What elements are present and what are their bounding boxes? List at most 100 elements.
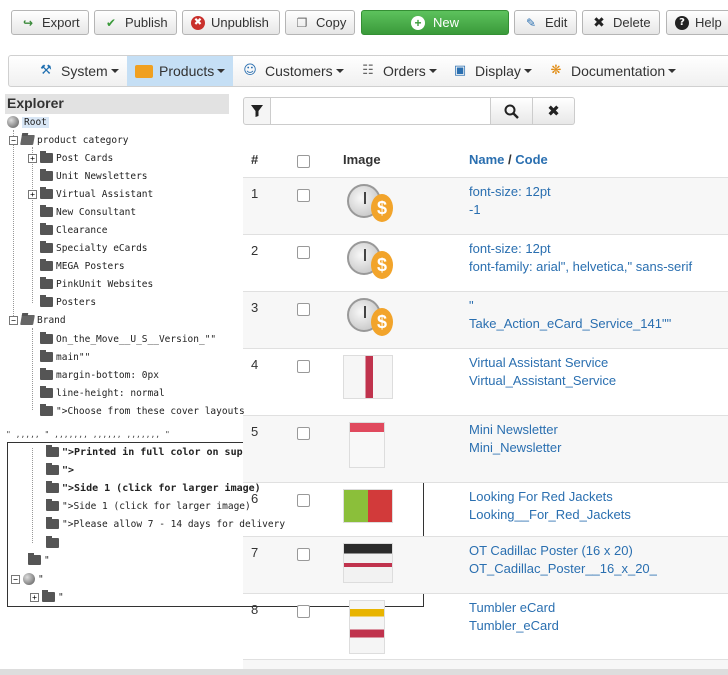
row-checkbox[interactable] — [297, 494, 310, 507]
help-icon: ? — [675, 15, 689, 30]
product-name-link[interactable]: Tumbler eCard — [469, 600, 555, 615]
tree-node-broken[interactable]: + " — [30, 589, 64, 605]
product-code-link[interactable]: OT_Cadillac_Poster__16_x_20_ — [469, 561, 657, 576]
table-row[interactable]: 4 Virtual Assistant Service Virtual_Assi… — [243, 348, 728, 415]
menu-products[interactable]: Products — [127, 56, 233, 86]
sort-by-code-link[interactable]: Code — [515, 152, 548, 167]
collapse-icon[interactable]: − — [11, 574, 20, 584]
new-button[interactable]: + New — [361, 10, 509, 35]
tree-node-brand-item[interactable]: main"" — [40, 349, 90, 365]
product-code-link[interactable]: Looking__For_Red_Jackets — [469, 507, 631, 522]
product-code-link[interactable]: Mini_Newsletter — [469, 440, 561, 455]
product-thumbnail[interactable] — [343, 355, 393, 399]
tree-node-category[interactable]: New Consultant — [40, 204, 136, 220]
tree-node-category[interactable]: + Virtual Assistant — [28, 186, 153, 202]
product-name-link[interactable]: " — [469, 298, 474, 313]
product-code-link[interactable]: font-family: arial", helvetica," sans-se… — [469, 259, 692, 274]
horizontal-scrollbar[interactable] — [0, 669, 728, 675]
menu-documentation[interactable]: ❋ Documentation — [539, 56, 679, 86]
edit-icon: ✎ — [525, 15, 537, 30]
row-checkbox[interactable] — [297, 605, 310, 618]
product-code-link[interactable]: Take_Action_eCard_Service_141"" — [469, 316, 671, 331]
row-checkbox[interactable] — [297, 427, 310, 440]
menu-display[interactable]: ▣ Display — [443, 56, 535, 86]
sort-by-name-link[interactable]: Name — [469, 152, 504, 167]
product-code-link[interactable]: -1 — [469, 202, 481, 217]
folder-icon — [28, 553, 41, 565]
chevron-down-icon — [428, 69, 437, 73]
product-name-link[interactable]: Mini Newsletter — [469, 422, 558, 437]
menu-customers[interactable]: ☺ Customers — [233, 56, 353, 86]
expand-icon[interactable]: + — [30, 592, 39, 602]
row-number: 7 — [251, 545, 259, 560]
product-name-link[interactable]: font-size: 12pt — [469, 184, 551, 199]
row-checkbox[interactable] — [297, 246, 310, 259]
table-row[interactable]: 5 Mini Newsletter Mini_Newsletter — [243, 415, 728, 482]
product-thumbnail[interactable] — [349, 422, 385, 468]
collapse-icon[interactable]: − — [9, 135, 18, 145]
table-row[interactable]: 7 OT Cadillac Poster (16 x 20) OT_Cadill… — [243, 536, 728, 593]
product-name-link[interactable]: OT Cadillac Poster (16 x 20) — [469, 543, 633, 558]
tree-node-brand-item[interactable]: margin-bottom: 0px — [40, 367, 159, 383]
tree-node-category[interactable]: PinkUnit Websites — [40, 276, 153, 292]
tree-node-brand-item[interactable]: ">Choose from these cover layouts — [40, 403, 245, 419]
tree-node-broken[interactable]: − " — [11, 571, 44, 587]
tree-node-category[interactable]: MEGA Posters — [40, 258, 125, 274]
export-button[interactable]: ↪ Export — [11, 10, 89, 35]
help-button[interactable]: ? Help — [666, 10, 728, 35]
tree-node-broken[interactable]: ">Side 1 (click for larger image) — [46, 498, 251, 514]
folder-icon — [46, 481, 59, 493]
tree-node-category[interactable]: Posters — [40, 294, 96, 310]
product-thumbnail[interactable] — [349, 600, 385, 654]
product-code-link[interactable]: Virtual_Assistant_Service — [469, 373, 616, 388]
tree-node-brand[interactable]: − Brand — [9, 312, 66, 328]
select-all-checkbox[interactable] — [297, 155, 310, 168]
table-row[interactable]: 6 Looking For Red Jackets Looking__For_R… — [243, 482, 728, 536]
tree-node-product-category[interactable]: − product category — [9, 132, 129, 148]
expand-icon[interactable]: + — [28, 153, 37, 163]
tree-root[interactable]: Root — [7, 114, 49, 130]
tree-node-category[interactable]: Clearance — [40, 222, 107, 238]
table-row[interactable]: 2 $ font-size: 12pt font-family: arial",… — [243, 234, 728, 291]
tree-node-broken[interactable]: ">Side 1 (click for larger image) — [46, 480, 261, 496]
tree-node-brand-item[interactable]: On_the_Move__U_S__Version_"" — [40, 331, 216, 347]
table-row[interactable] — [243, 659, 728, 669]
row-checkbox[interactable] — [297, 189, 310, 202]
publish-button[interactable]: ✔ Publish — [94, 10, 177, 35]
product-code-link[interactable]: Tumbler_eCard — [469, 618, 559, 633]
row-checkbox[interactable] — [297, 303, 310, 316]
row-checkbox[interactable] — [297, 360, 310, 373]
edit-button[interactable]: ✎ Edit — [514, 10, 577, 35]
product-thumbnail[interactable] — [343, 489, 393, 523]
tree-node-category[interactable]: + Post Cards — [28, 150, 113, 166]
search-button[interactable] — [491, 97, 533, 125]
table-row[interactable]: 1 $ font-size: 12pt -1 — [243, 177, 728, 234]
product-name-link[interactable]: Looking For Red Jackets — [469, 489, 613, 504]
clear-search-button[interactable]: ✖ — [533, 97, 575, 125]
menu-products-label: Products — [159, 63, 215, 79]
search-input[interactable] — [271, 97, 491, 125]
expand-icon[interactable]: + — [28, 189, 37, 199]
tree-node-label: Clearance — [56, 224, 108, 236]
tree-node-label: Virtual Assistant — [56, 188, 154, 200]
table-row[interactable]: 8 Tumbler eCard Tumbler_eCard — [243, 593, 728, 659]
tree-node-broken[interactable]: " — [28, 552, 50, 568]
unpublish-button[interactable]: ✖ Unpublish — [182, 10, 280, 35]
menu-orders[interactable]: ☷ Orders — [351, 56, 441, 86]
product-name-link[interactable]: font-size: 12pt — [469, 241, 551, 256]
row-checkbox[interactable] — [297, 548, 310, 561]
tree-node-category[interactable]: Unit Newsletters — [40, 168, 148, 184]
delete-button[interactable]: ✖ Delete — [582, 10, 660, 35]
product-name-link[interactable]: Virtual Assistant Service — [469, 355, 608, 370]
tree-guide-line — [13, 130, 14, 320]
copy-button[interactable]: ❐ Copy — [285, 10, 355, 35]
product-thumbnail[interactable] — [343, 543, 393, 583]
tree-node-brand-item[interactable]: line-height: normal — [40, 385, 165, 401]
menu-system[interactable]: ⚒ System — [29, 56, 129, 86]
tree-node-category[interactable]: Specialty eCards — [40, 240, 148, 256]
filter-button[interactable] — [243, 97, 271, 125]
tree-node-broken[interactable] — [46, 535, 62, 551]
tree-node-broken[interactable]: "> — [46, 462, 74, 478]
table-row[interactable]: 3 $ " Take_Action_eCard_Service_141"" — [243, 291, 728, 348]
collapse-icon[interactable]: − — [9, 315, 18, 325]
